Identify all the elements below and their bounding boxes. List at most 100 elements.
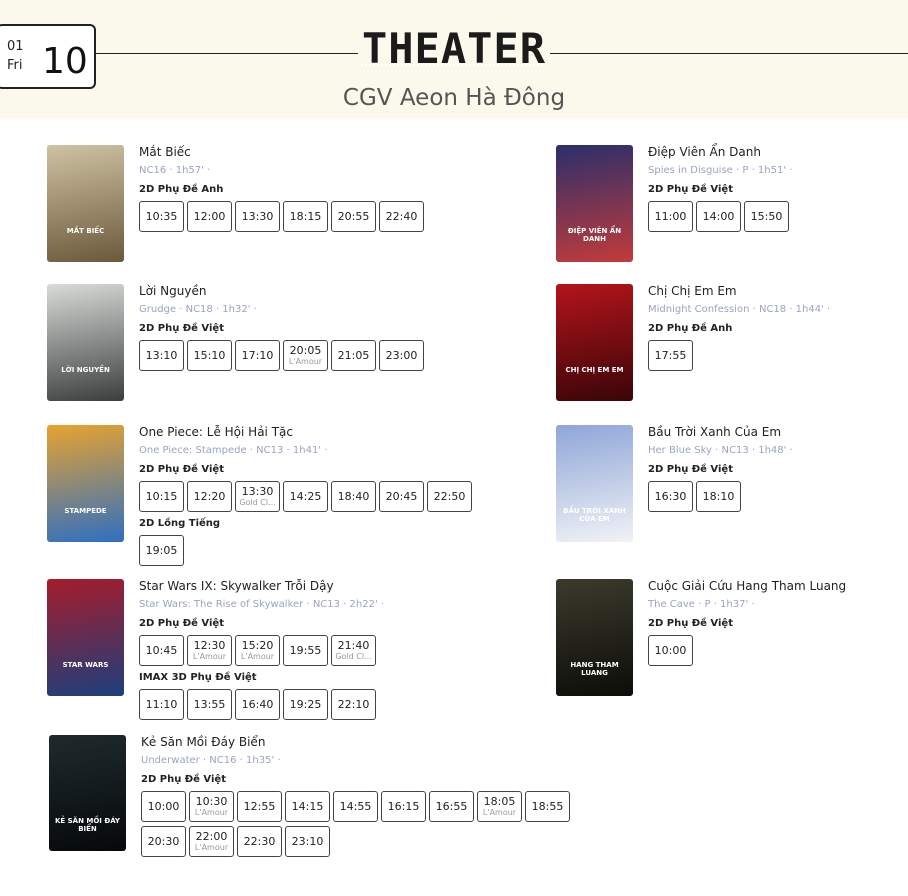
movie-poster[interactable]: KẺ SĂN MỒI ĐÁY BIỂN	[49, 735, 126, 851]
movie-title[interactable]: Mắt Biếc	[139, 145, 427, 161]
movie-title[interactable]: Star Wars IX: Skywalker Trỗi Dậy	[139, 579, 384, 595]
showtime-button[interactable]: 12:55	[237, 791, 282, 822]
showtime-button[interactable]: 17:55	[648, 340, 693, 371]
showtime-button[interactable]: 12:30 L'Amour	[187, 635, 232, 666]
showtime-row: 20:30 22:00 L'Amour 22:30 23:10	[141, 826, 573, 857]
showtime-button[interactable]: 20:45	[379, 481, 424, 512]
showtime-button[interactable]: 15:10	[187, 340, 232, 371]
showtime-time: 15:10	[193, 348, 226, 362]
showtime-button[interactable]: 14:00	[696, 201, 741, 232]
showtime-time: 20:30	[147, 834, 180, 848]
movie-title[interactable]: Bầu Trời Xanh Của Em	[648, 425, 793, 441]
showtime-button[interactable]: 10:35	[139, 201, 184, 232]
movie-poster[interactable]: CHỊ CHỊ EM EM	[556, 284, 633, 401]
showtime-row: 11:10 13:55 16:40 19:25 22:10	[139, 689, 384, 720]
showtime-time: 16:40	[241, 697, 274, 711]
movie-meta: Underwater · NC16 · 1h35' ·	[141, 755, 281, 766]
showtime-time: 22:10	[337, 697, 370, 711]
showtime-button[interactable]: 21:40 Gold Cl...	[331, 635, 376, 666]
showtime-button[interactable]: 18:05 L'Amour	[477, 791, 522, 822]
movie-title[interactable]: One Piece: Lễ Hội Hải Tặc	[139, 425, 475, 441]
showtime-time: 10:00	[147, 799, 180, 813]
showtime-button[interactable]: 10:15	[139, 481, 184, 512]
showtime-button[interactable]: 15:50	[744, 201, 789, 232]
showtime-button[interactable]: 19:05	[139, 535, 184, 566]
showtime-time: 20:55	[337, 209, 370, 223]
header-divider-left	[96, 53, 358, 54]
movie-poster[interactable]: MẮT BIẾC	[47, 145, 124, 262]
showtime-button[interactable]: 11:00	[648, 201, 693, 232]
movie-poster[interactable]: ĐIỆP VIÊN ẨN DANH	[556, 145, 633, 262]
showtime-button[interactable]: 10:45	[139, 635, 184, 666]
showtime-button[interactable]: 15:20 L'Amour	[235, 635, 280, 666]
showtime-button[interactable]: 22:50	[427, 481, 472, 512]
movie-info: Bầu Trời Xanh Của Em Her Blue Sky · NC13 …	[648, 425, 793, 512]
movie-poster[interactable]: LỜI NGUYỀN	[47, 284, 124, 401]
showtime-time: 10:00	[654, 643, 687, 657]
showtime-button[interactable]: 20:05 L'Amour	[283, 340, 328, 371]
movie-title[interactable]: Chị Chị Em Em	[648, 284, 830, 300]
movie-poster[interactable]: STAMPEDE	[47, 425, 124, 542]
poster-title: KẺ SĂN MỒI ĐÁY BIỂN	[54, 817, 121, 833]
showtime-row: 10:00 10:30 L'Amour 12:55 14:15 14:55 16:15 16:…	[141, 791, 573, 822]
showtime-button[interactable]: 23:10	[285, 826, 330, 857]
showtime-room: L'Amour	[194, 807, 229, 817]
showtime-button[interactable]: 10:00	[648, 635, 693, 666]
showtime-time: 23:10	[291, 834, 324, 848]
showtime-button[interactable]: 19:25	[283, 689, 328, 720]
showtime-button[interactable]: 13:30 Gold Cl...	[235, 481, 280, 512]
poster-title: HANG THAM LUANG	[570, 661, 619, 677]
showtime-button[interactable]: 16:55	[429, 791, 474, 822]
movie-poster[interactable]: BẦU TRỜI XANH CỦA EM	[556, 425, 633, 542]
showtime-row: 11:00 14:00 15:50	[648, 201, 792, 232]
showtime-button[interactable]: 16:40	[235, 689, 280, 720]
showtime-button[interactable]: 14:15	[285, 791, 330, 822]
showtime-button[interactable]: 18:15	[283, 201, 328, 232]
poster-title: CHỊ CHỊ EM EM	[565, 366, 624, 374]
movie-title[interactable]: Kẻ Săn Mồi Đáy Biển	[141, 735, 573, 751]
showtime-button[interactable]: 18:55	[525, 791, 570, 822]
showtime-button[interactable]: 14:55	[333, 791, 378, 822]
movie-meta: Spies in Disguise · P · 1h51' ·	[648, 165, 793, 176]
showtime-button[interactable]: 22:30	[237, 826, 282, 857]
showtime-button[interactable]: 17:10	[235, 340, 280, 371]
showtime-button[interactable]: 14:25	[283, 481, 328, 512]
date-box[interactable]: 01 Fri 10	[0, 24, 96, 89]
showtime-button[interactable]: 13:30	[235, 201, 280, 232]
showtime-button[interactable]: 11:10	[139, 689, 184, 720]
showtime-button[interactable]: 13:55	[187, 689, 232, 720]
showtime-button[interactable]: 16:15	[381, 791, 426, 822]
showtime-button[interactable]: 12:00	[187, 201, 232, 232]
showtime-button[interactable]: 13:10	[139, 340, 184, 371]
movie-meta: Star Wars: The Rise of Skywalker · NC13 …	[139, 599, 385, 610]
showtime-button[interactable]: 18:10	[696, 481, 741, 512]
showtime-button[interactable]: 22:10	[331, 689, 376, 720]
showtime-button[interactable]: 16:30	[648, 481, 693, 512]
showtime-time: 18:40	[337, 489, 370, 503]
showtime-time: 11:10	[145, 697, 178, 711]
movie-poster[interactable]: HANG THAM LUANG	[556, 579, 633, 696]
movie-info: Kẻ Săn Mồi Đáy Biển Underwater · NC16 · 1…	[141, 735, 573, 857]
showtime-button[interactable]: 18:40	[331, 481, 376, 512]
showtime-button[interactable]: 20:55	[331, 201, 376, 232]
format-label: 2D Phụ Đề Việt	[648, 618, 733, 629]
showtime-time: 13:55	[193, 697, 226, 711]
showtime-row: 16:30 18:10	[648, 481, 793, 512]
showtime-button[interactable]: 10:00	[141, 791, 186, 822]
showtime-button[interactable]: 22:00 L'Amour	[189, 826, 234, 857]
movie-poster[interactable]: STAR WARS	[47, 579, 124, 696]
showtime-button[interactable]: 10:30 L'Amour	[189, 791, 234, 822]
showtime-room: L'Amour	[288, 356, 323, 366]
movie-title[interactable]: Điệp Viên Ẩn Danh	[648, 145, 792, 161]
showtime-button[interactable]: 19:55	[283, 635, 328, 666]
showtime-button[interactable]: 12:20	[187, 481, 232, 512]
movie-title[interactable]: Cuộc Giải Cứu Hang Tham Luang	[648, 579, 846, 595]
movie-title[interactable]: Lời Nguyền	[139, 284, 427, 300]
showtime-button[interactable]: 20:30	[141, 826, 186, 857]
showtime-time: 18:15	[289, 209, 322, 223]
showtime-button[interactable]: 21:05	[331, 340, 376, 371]
movie-info: Chị Chị Em Em Midnight Confession · NC18 …	[648, 284, 830, 371]
showtime-button[interactable]: 22:40	[379, 201, 424, 232]
showtime-button[interactable]: 23:00	[379, 340, 424, 371]
showtime-time: 22:50	[433, 489, 466, 503]
